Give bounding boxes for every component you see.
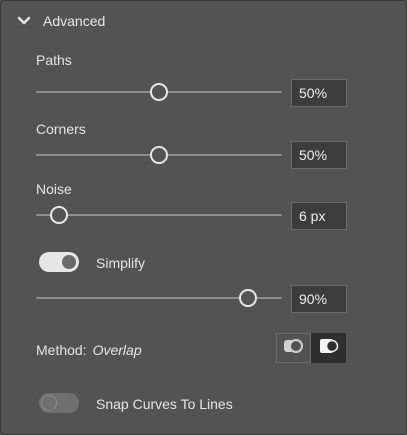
simplify-label: Simplify <box>96 255 146 271</box>
paths-value-field[interactable]: 50% <box>291 79 347 107</box>
snap-curves-toggle[interactable] <box>39 393 79 413</box>
slider-track <box>36 214 282 216</box>
slider-thumb[interactable] <box>50 206 69 224</box>
corners-value-field[interactable]: 50% <box>291 141 347 169</box>
simplify-value-field[interactable]: 90% <box>291 285 347 313</box>
abutting-shapes-icon <box>283 337 305 360</box>
noise-slider[interactable] <box>36 205 282 225</box>
slider-thumb[interactable] <box>150 83 168 101</box>
corners-label: Corners <box>36 121 86 137</box>
toggle-knob <box>62 255 76 269</box>
slider-thumb[interactable] <box>150 146 168 164</box>
overlap-shapes-icon <box>318 337 340 360</box>
noise-label: Noise <box>36 181 72 197</box>
advanced-section-header[interactable]: Advanced <box>15 10 105 32</box>
corners-slider[interactable] <box>36 145 282 165</box>
toggle-knob <box>41 395 57 411</box>
method-abutting-button[interactable] <box>276 333 311 363</box>
snap-curves-label: Snap Curves To Lines <box>96 396 233 412</box>
section-title: Advanced <box>43 13 106 29</box>
paths-label: Paths <box>36 52 72 68</box>
method-label: Method: Overlap <box>36 342 142 358</box>
simplify-slider[interactable] <box>36 288 282 308</box>
simplify-toggle[interactable] <box>39 252 79 272</box>
paths-slider[interactable] <box>36 82 282 102</box>
chevron-down-icon[interactable] <box>15 12 33 30</box>
slider-thumb[interactable] <box>238 289 257 307</box>
method-label-text: Method: <box>36 342 87 358</box>
advanced-panel: Advanced Paths 50% Corners 50% Noise 6 p… <box>0 0 407 435</box>
noise-value-field[interactable]: 6 px <box>291 202 347 230</box>
method-value: Overlap <box>92 342 142 358</box>
method-overlap-button[interactable] <box>311 333 346 363</box>
